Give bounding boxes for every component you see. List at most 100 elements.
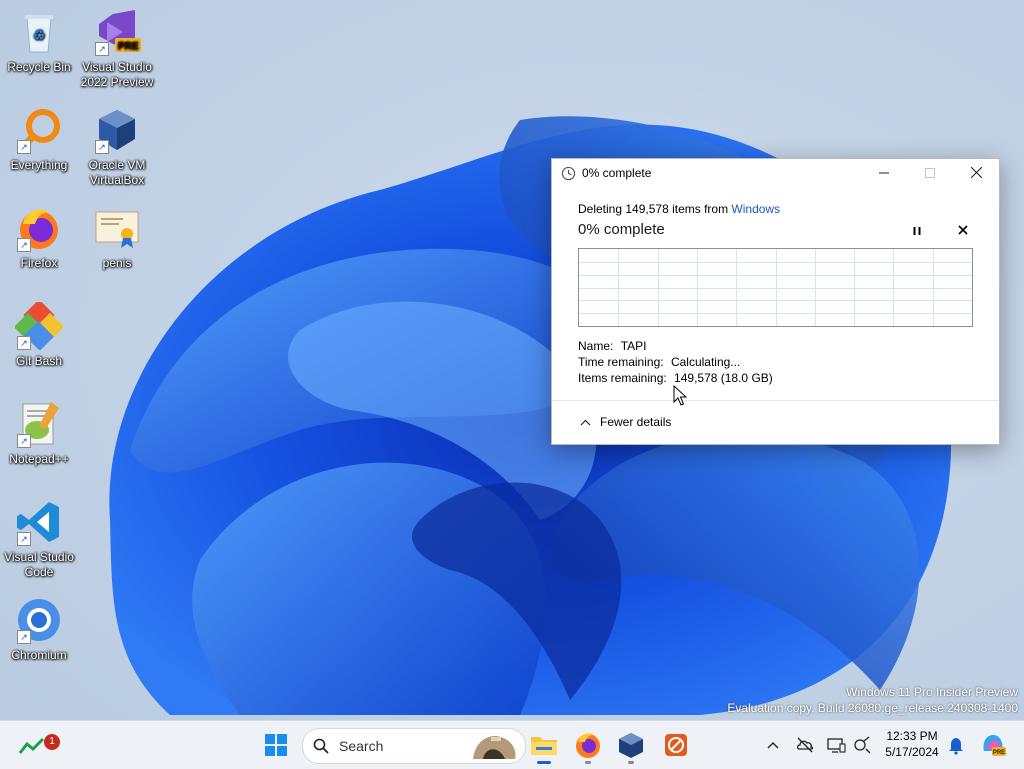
fewer-details-toggle[interactable]: Fewer details	[580, 415, 671, 429]
taskbar-search-box[interactable]: Search	[302, 728, 526, 764]
app-taskbar-button[interactable]	[658, 727, 694, 763]
running-indicator	[628, 761, 634, 764]
desktop-icon-label: Visual Studio 2022 Preview	[80, 60, 154, 89]
chevron-up-icon[interactable]	[763, 735, 783, 755]
file-explorer-button[interactable]	[526, 727, 562, 764]
certificate-icon	[93, 204, 141, 252]
search-highlight-image	[473, 735, 516, 759]
shortcut-arrow-icon: ↗	[17, 336, 31, 350]
desktop-icon-label: Firefox	[20, 256, 58, 270]
clock-icon	[561, 166, 576, 181]
desktop-icon-firefox[interactable]: ↗ Firefox	[0, 204, 78, 271]
clock-date: 5/17/2024	[885, 745, 939, 759]
shortcut-arrow-icon: ↗	[95, 42, 109, 56]
close-button[interactable]	[953, 159, 999, 188]
mouse-cursor-icon	[673, 385, 687, 406]
desktop-icon-label: penis	[102, 256, 132, 270]
dialog-title: 0% complete	[582, 166, 652, 180]
desktop-icon-git-bash[interactable]: ↗ Git Bash	[0, 299, 78, 369]
desktop-icon-label: Git Bash	[15, 354, 63, 368]
notifications-bell-icon[interactable]	[946, 735, 966, 755]
desktop-icon-everything[interactable]: ↗ Everything	[0, 106, 78, 173]
display-icon[interactable]	[826, 735, 846, 755]
deleting-summary: Deleting 149,578 items from Windows	[578, 202, 780, 216]
minimize-button[interactable]	[861, 159, 907, 188]
windows-logo-icon	[265, 734, 287, 756]
search-icon	[313, 738, 329, 754]
detail-time-value: Calculating...	[670, 355, 741, 369]
desktop-icon-notepad-plus-plus[interactable]: ↗ Notepad++	[0, 400, 78, 467]
desktop-icon-label: Notepad++	[9, 452, 69, 466]
detail-name-value: TAPI	[620, 339, 647, 353]
firefox-taskbar-button[interactable]	[570, 727, 606, 764]
folder-icon	[531, 737, 557, 755]
cancel-operation-button[interactable]	[955, 221, 971, 239]
firefox-icon: ↗	[15, 204, 63, 252]
start-button[interactable]	[258, 727, 294, 763]
chevron-up-icon	[580, 415, 592, 429]
delete-progress-dialog: 0% complete Deleting 149,578 items from …	[551, 158, 1000, 445]
maximize-icon	[925, 168, 935, 178]
clock-time: 12:33 PM	[886, 729, 938, 743]
notification-badge: 1	[44, 734, 60, 750]
git-bash-icon: ↗	[13, 299, 65, 351]
firefox-icon	[576, 733, 600, 758]
source-location-link[interactable]: Windows	[731, 202, 780, 216]
svg-text:PRE: PRE	[993, 750, 1005, 756]
detail-items-label: Items remaining:	[578, 371, 667, 385]
minimize-icon	[879, 172, 889, 174]
close-icon	[970, 166, 982, 179]
network-icon[interactable]	[852, 735, 872, 755]
watermark-edition: Windows 11 Pro Insider Preview	[846, 685, 1018, 699]
shortcut-arrow-icon: ↗	[95, 140, 109, 154]
close-icon	[958, 225, 968, 235]
orange-app-icon	[665, 734, 687, 756]
onedrive-offline-icon[interactable]	[795, 735, 815, 755]
desktop-icon-label: Everything	[10, 158, 68, 172]
vscode-icon: ↗	[15, 498, 63, 546]
progress-heading: 0% complete	[578, 221, 665, 238]
widgets-button[interactable]: 1	[14, 727, 60, 763]
taskbar: 1 Search 12:33 PM 5/17/2024 PRE	[0, 720, 1024, 769]
fewer-details-label: Fewer details	[600, 415, 672, 429]
desktop-icon-visual-studio-2022-preview[interactable]: PRE ↗ Visual Studio 2022 Preview	[78, 8, 156, 90]
desktop-icon-certificate-file[interactable]: penis	[78, 204, 156, 271]
shortcut-arrow-icon: ↗	[17, 434, 31, 448]
transfer-rate-graph	[578, 248, 973, 327]
desktop-icon-label: Oracle VM VirtualBox	[88, 158, 146, 187]
deleting-summary-text: Deleting 149,578 items from	[578, 202, 732, 216]
detail-name-row: Name: TAPI	[578, 339, 646, 353]
copilot-icon[interactable]: PRE	[980, 731, 1006, 757]
shortcut-arrow-icon: ↗	[17, 630, 31, 644]
shortcut-arrow-icon: ↗	[17, 140, 31, 154]
maximize-button	[907, 159, 953, 188]
svg-text:PRE: PRE	[118, 41, 139, 52]
detail-time-row: Time remaining: Calculating...	[578, 355, 740, 369]
pause-icon	[913, 227, 921, 235]
chromium-icon: ↗	[15, 596, 63, 644]
dialog-divider	[552, 400, 999, 401]
detail-time-label: Time remaining:	[578, 355, 664, 369]
pause-button[interactable]	[909, 223, 925, 239]
desktop-icon-label: Chromium	[11, 648, 67, 662]
recycle-bin-icon: ♻	[15, 8, 63, 56]
system-clock[interactable]: 12:33 PM 5/17/2024	[880, 728, 944, 760]
dialog-titlebar[interactable]: 0% complete	[552, 159, 999, 188]
desktop-icon-recycle-bin[interactable]: ♻ Recycle Bin	[0, 8, 78, 75]
visual-studio-icon: PRE ↗	[93, 8, 141, 56]
desktop-icon-chromium[interactable]: ↗ Chromium	[0, 596, 78, 663]
search-placeholder: Search	[339, 738, 384, 754]
detail-items-row: Items remaining: 149,578 (18.0 GB)	[578, 371, 773, 385]
running-indicator	[585, 761, 591, 764]
desktop-icon-visual-studio-code[interactable]: ↗ Visual Studio Code	[0, 498, 78, 580]
watermark-build: Evaluation copy. Build 26080.ge_release.…	[727, 701, 1018, 715]
magnifier-icon: ↗	[15, 106, 63, 154]
shortcut-arrow-icon: ↗	[17, 238, 31, 252]
svg-text:♻: ♻	[33, 27, 46, 43]
virtualbox-taskbar-button[interactable]	[613, 727, 649, 764]
virtualbox-icon	[619, 733, 643, 758]
virtualbox-icon: ↗	[93, 106, 141, 154]
desktop-icon-label: Recycle Bin	[7, 60, 71, 74]
desktop-icon-oracle-vm-virtualbox[interactable]: ↗ Oracle VM VirtualBox	[78, 106, 156, 188]
windows-watermark: Windows 11 Pro Insider Preview Evaluatio…	[727, 684, 1018, 716]
